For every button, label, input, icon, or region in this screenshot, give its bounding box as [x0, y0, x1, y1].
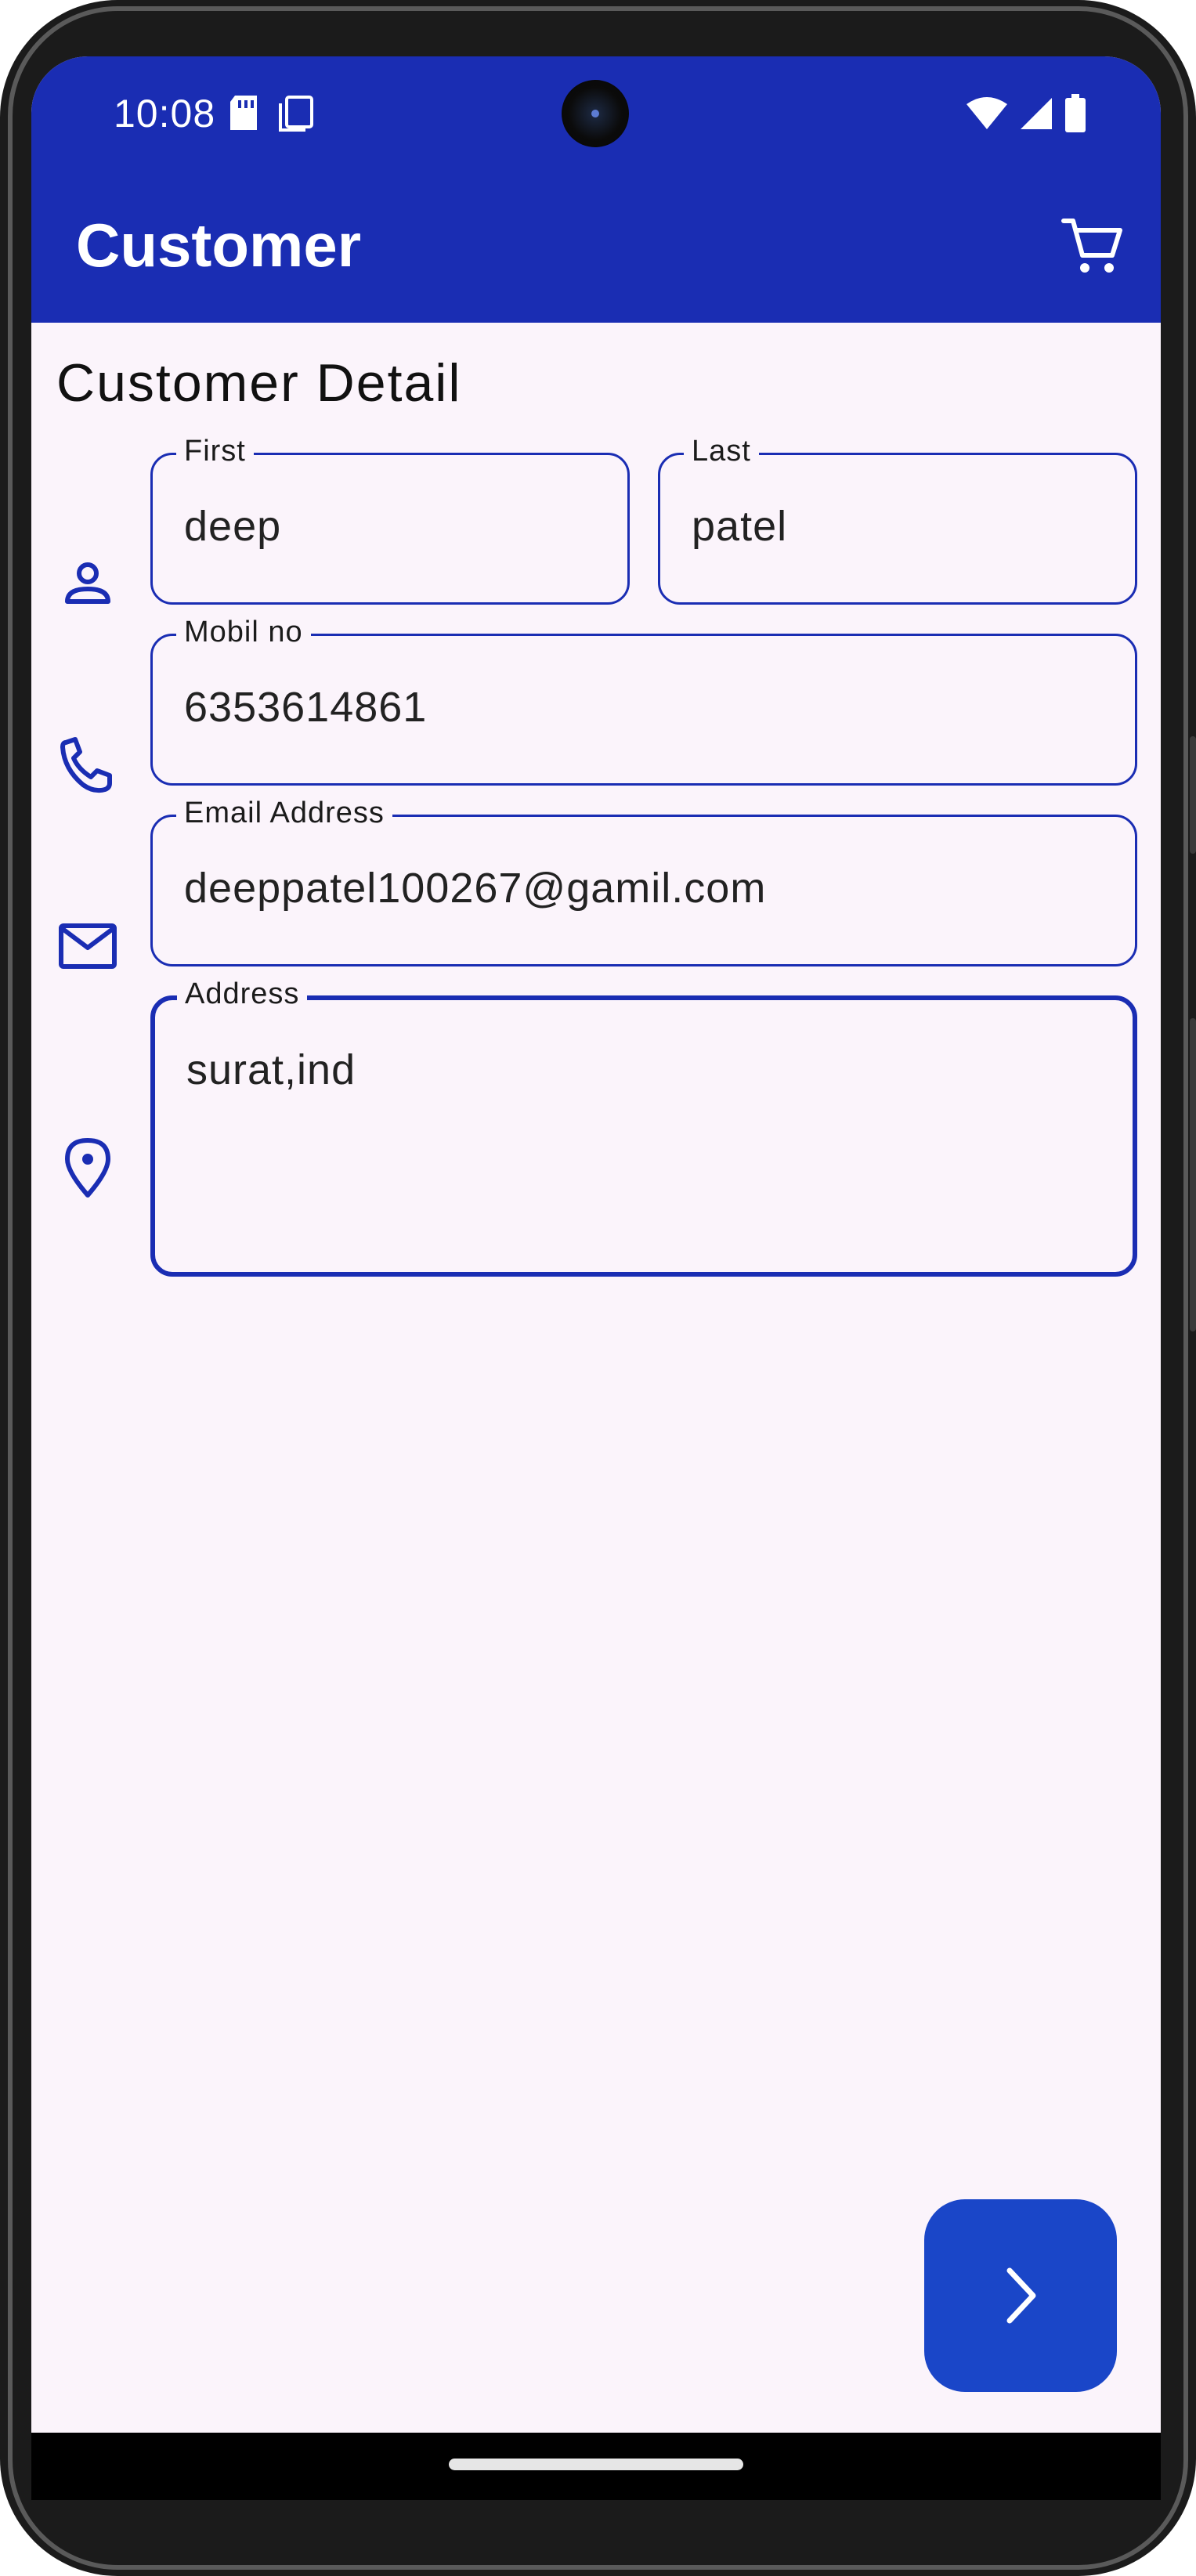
mobile-field[interactable]: Mobil no 6353614861 [150, 616, 1137, 786]
location-pin-icon [65, 1138, 110, 1198]
screenshot-icon [279, 96, 313, 132]
first-name-label: First [176, 435, 254, 468]
first-name-value: deep [184, 503, 282, 550]
email-value: deeppatel100267@gamil.com [184, 865, 767, 912]
battery-icon [1065, 94, 1086, 132]
address-field[interactable]: Address surat,ind [150, 977, 1137, 1277]
app-bar: 10:08 Customer [31, 56, 1161, 323]
last-name-field[interactable]: Last patel [658, 435, 1137, 605]
power-button [1190, 1018, 1196, 1331]
home-gesture-handle[interactable] [449, 2459, 743, 2470]
mail-icon [59, 923, 117, 969]
volume-button [1190, 736, 1196, 854]
mobile-label: Mobil no [176, 616, 311, 649]
next-button[interactable] [924, 2199, 1117, 2392]
wifi-icon [967, 97, 1007, 129]
signal-icon [1021, 98, 1052, 129]
sd-card-icon [230, 96, 257, 130]
front-camera [562, 80, 629, 147]
status-time: 10:08 [114, 92, 216, 135]
chevron-right-icon [1006, 2267, 1036, 2324]
phone-frame: 10:08 Customer Customer Detail First dee… [0, 0, 1196, 2576]
address-value: surat,ind [186, 1046, 356, 1093]
app-title: Customer [76, 211, 362, 280]
phone-icon [60, 737, 112, 793]
cart-icon[interactable] [1061, 213, 1125, 277]
last-name-value: patel [692, 503, 788, 550]
navigation-bar [31, 2433, 1161, 2500]
screen: 10:08 Customer Customer Detail First dee… [31, 56, 1161, 2500]
email-label: Email Address [176, 797, 392, 830]
address-label: Address [177, 977, 308, 1011]
email-field[interactable]: Email Address deeppatel100267@gamil.com [150, 797, 1137, 966]
mobile-value: 6353614861 [184, 684, 428, 731]
status-icons-left [227, 94, 315, 133]
status-icons-right [966, 94, 1086, 133]
person-icon [65, 562, 110, 604]
section-title: Customer Detail [56, 353, 462, 413]
last-name-label: Last [684, 435, 759, 468]
first-name-field[interactable]: First deep [150, 435, 630, 605]
